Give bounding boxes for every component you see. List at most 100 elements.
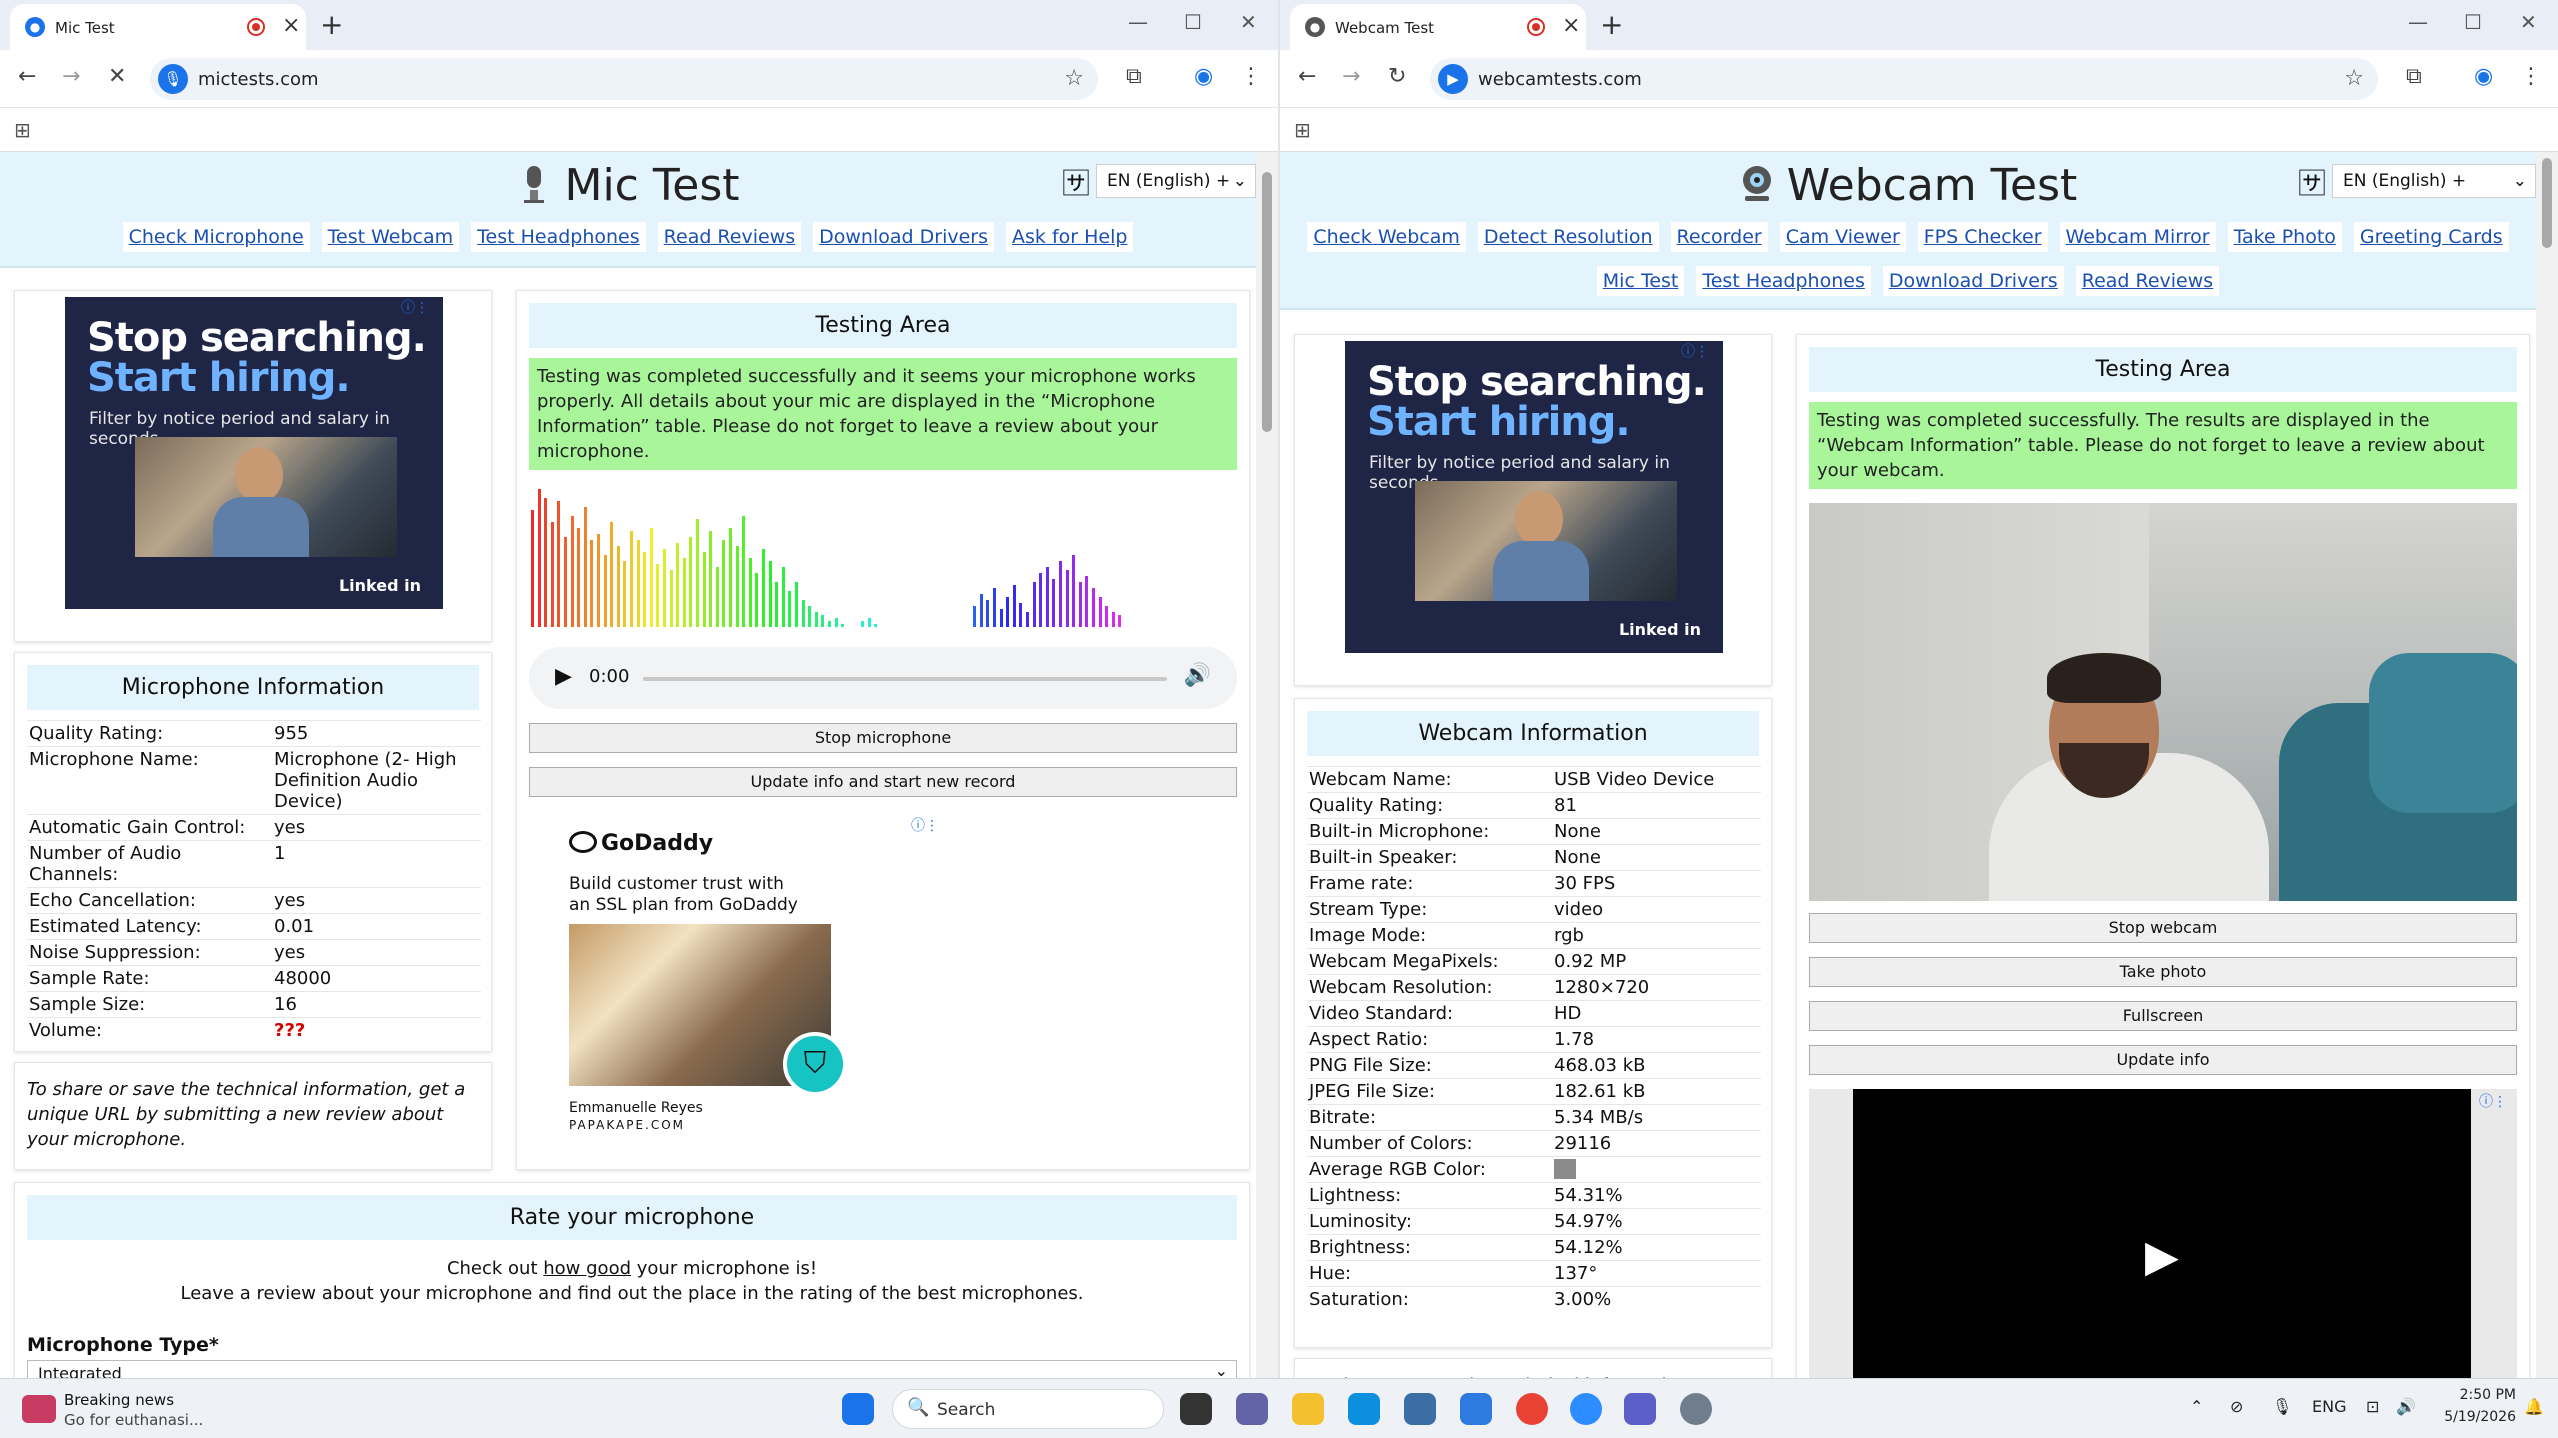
bookmark-star-icon[interactable]: ☆ (2344, 66, 2364, 91)
clock-date[interactable]: 5/19/2026 (2430, 1409, 2516, 1425)
menu-dots-icon[interactable]: ⋮ (2520, 64, 2542, 89)
linkedin-ad[interactable]: Stop searching. Start hiring. Filter by … (1345, 341, 1723, 653)
chevron-up-icon[interactable]: ⌃ (2190, 1397, 2203, 1416)
language-select[interactable]: EN (English) + ⌄ (1096, 164, 1256, 198)
page-scrollbar[interactable] (2536, 152, 2558, 1378)
profile-icon[interactable]: ◉ (2474, 64, 2493, 89)
settings-gear-icon[interactable] (1680, 1393, 1712, 1425)
nav-link[interactable]: Take Photo (2227, 222, 2342, 252)
menu-dots-icon[interactable]: ⋮ (1240, 64, 1262, 89)
minimize-icon[interactable]: — (1128, 10, 1148, 34)
new-tab-icon[interactable]: + (1600, 8, 1623, 41)
ad-line2: Start hiring. (1367, 399, 1631, 445)
nav-link[interactable]: Test Headphones (471, 222, 646, 252)
audio-player[interactable]: ▶ 0:00 🔊 (529, 647, 1237, 709)
nav-link[interactable]: Recorder (1670, 222, 1768, 252)
nav-link[interactable]: Ask for Help (1006, 222, 1134, 252)
minimize-icon[interactable]: — (2408, 10, 2428, 34)
profile-icon[interactable]: ◉ (1194, 64, 1213, 89)
scroll-thumb[interactable] (1262, 172, 1272, 432)
ad-info-icon[interactable]: ⓘ⋮ (1681, 341, 1709, 361)
apps-grid-icon[interactable]: ⊞ (14, 118, 31, 142)
fullscreen-button[interactable]: Fullscreen (1809, 1001, 2517, 1031)
stop-loading-icon[interactable]: ✕ (108, 64, 126, 89)
file-explorer-icon[interactable] (1292, 1393, 1324, 1425)
edge-icon[interactable] (1348, 1393, 1380, 1425)
update-info-button[interactable]: Update info and start new record (529, 767, 1237, 797)
nav-link[interactable]: Webcam Mirror (2059, 222, 2216, 252)
close-tab-icon[interactable]: × (282, 13, 300, 38)
nav-link[interactable]: FPS Checker (1917, 222, 2048, 252)
update-info-button[interactable]: Update info (1809, 1045, 2517, 1075)
forward-icon[interactable]: → (62, 64, 80, 89)
nav-link[interactable]: Detect Resolution (1477, 222, 1659, 252)
forward-icon[interactable]: → (1342, 64, 1360, 89)
task-view-icon[interactable] (1180, 1393, 1212, 1425)
taskbar-search[interactable]: 🔍 Search (892, 1389, 1164, 1429)
stop-microphone-button[interactable]: Stop microphone (529, 723, 1237, 753)
new-tab-icon[interactable]: + (320, 8, 343, 41)
video-ad[interactable]: ▶ ⓘ⋮ (1809, 1089, 2517, 1378)
close-tab-icon[interactable]: × (1562, 13, 1580, 38)
stop-webcam-button[interactable]: Stop webcam (1809, 913, 2517, 943)
back-icon[interactable]: ← (18, 64, 36, 89)
ad-info-icon[interactable]: ⓘ⋮ (911, 815, 939, 835)
nav-link[interactable]: Test Headphones (1696, 266, 1871, 296)
take-photo-button[interactable]: Take photo (1809, 957, 2517, 987)
page-scrollbar[interactable] (1256, 152, 1278, 1378)
mic-type-select[interactable]: Integrated ⌄ (27, 1360, 1237, 1378)
bookmark-star-icon[interactable]: ☆ (1064, 66, 1084, 91)
maximize-icon[interactable]: ☐ (1184, 10, 1202, 34)
volume-tray-icon[interactable]: 🔊 (2396, 1397, 2416, 1416)
close-window-icon[interactable]: ✕ (1240, 10, 1257, 34)
apps-grid-icon[interactable]: ⊞ (1294, 118, 1311, 142)
zoom-icon[interactable] (1570, 1393, 1602, 1425)
app-icon[interactable] (1460, 1393, 1492, 1425)
ad-info-icon[interactable]: ⓘ⋮ (2479, 1091, 2507, 1111)
ad-info-icon[interactable]: ⓘ⋮ (401, 297, 429, 317)
webcam-video[interactable] (1809, 503, 2517, 901)
site-mic-icon: 🎙 (158, 64, 188, 94)
tab-search-icon[interactable]: ⧉ (1126, 64, 1142, 89)
back-icon[interactable]: ← (1298, 64, 1316, 89)
camera-off-icon[interactable]: ⊘ (2230, 1397, 2243, 1416)
close-window-icon[interactable]: ✕ (2520, 10, 2537, 34)
nav-link[interactable]: Mic Test (1596, 266, 1685, 296)
nav-link[interactable]: Check Microphone (122, 222, 310, 252)
nav-link[interactable]: Download Drivers (1882, 266, 2064, 296)
language-select[interactable]: EN (English) + ⌄ (2332, 164, 2536, 198)
tab-mic-test[interactable]: ● Mic Test × (10, 4, 306, 50)
tab-search-icon[interactable]: ⧉ (2406, 64, 2422, 89)
volume-icon[interactable]: 🔊 (1184, 663, 1211, 688)
play-icon[interactable]: ▶ (2145, 1231, 2179, 1282)
network-icon[interactable]: ⊡ (2366, 1397, 2379, 1416)
nav-link[interactable]: Check Webcam (1307, 222, 1466, 252)
maximize-icon[interactable]: ☐ (2464, 10, 2482, 34)
nav-link[interactable]: Cam Viewer (1779, 222, 1906, 252)
address-bar[interactable]: ▶ webcamtests.com ☆ (1430, 58, 2378, 100)
play-icon[interactable]: ▶ (555, 664, 572, 689)
reload-icon[interactable]: ↻ (1388, 64, 1406, 89)
clock-time[interactable]: 2:50 PM (2446, 1387, 2516, 1403)
microphone-tray-icon[interactable]: 🎙 (2272, 1397, 2292, 1416)
chrome-icon[interactable] (1516, 1393, 1548, 1425)
nav-link[interactable]: Download Drivers (813, 222, 994, 252)
scroll-thumb[interactable] (2542, 158, 2552, 248)
start-icon[interactable] (842, 1393, 874, 1425)
teams-icon[interactable] (1624, 1393, 1656, 1425)
nav-link[interactable]: Read Reviews (2075, 266, 2220, 296)
nav-link[interactable]: Test Webcam (321, 222, 460, 252)
address-bar[interactable]: 🎙 mictests.com ☆ (150, 58, 1098, 100)
nav-link[interactable]: Read Reviews (657, 222, 802, 252)
nav-link[interactable]: Greeting Cards (2353, 222, 2509, 252)
how-good-link[interactable]: how good (543, 1258, 631, 1279)
tab-webcam-test[interactable]: ● Webcam Test × (1290, 4, 1586, 50)
input-language[interactable]: ENG (2312, 1397, 2346, 1416)
linkedin-ad[interactable]: Stop searching. Start hiring. Filter by … (65, 297, 443, 609)
progress-track[interactable] (643, 677, 1167, 681)
godaddy-ad[interactable]: GoDaddy Build customer trust with an SSL… (569, 831, 869, 1132)
store-icon[interactable] (1404, 1393, 1436, 1425)
teams-chat-icon[interactable] (1236, 1393, 1268, 1425)
table-row: Microphone Name: Microphone (2- High Defi… (27, 746, 481, 815)
notification-bell-icon[interactable]: 🔔 (2524, 1397, 2544, 1416)
